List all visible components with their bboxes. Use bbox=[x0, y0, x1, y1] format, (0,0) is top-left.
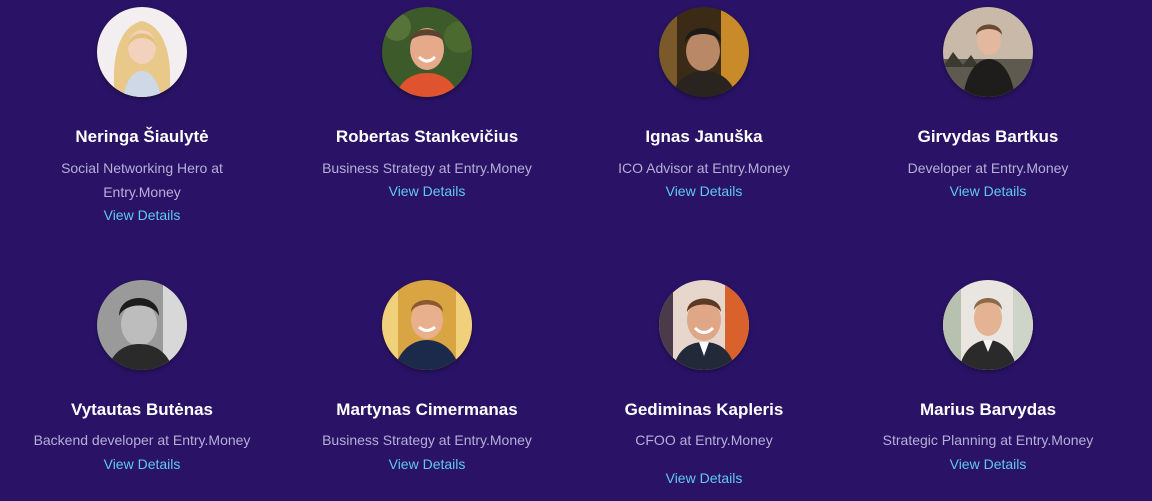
avatar[interactable] bbox=[659, 280, 749, 370]
member-role: Backend developer at Entry.Money bbox=[33, 432, 251, 448]
avatar[interactable] bbox=[97, 280, 187, 370]
man-smiling-avatar bbox=[382, 280, 472, 370]
member-name: Martynas Cimermanas bbox=[336, 400, 518, 419]
man-suit-avatar bbox=[659, 280, 749, 370]
team-member-card: Vytautas Butėnas Backend developer at En… bbox=[0, 0, 284, 501]
member-name: Gediminas Kapleris bbox=[624, 400, 784, 419]
avatar[interactable] bbox=[382, 280, 472, 370]
man-vest-avatar bbox=[943, 280, 1033, 370]
view-details-link[interactable]: View Details bbox=[285, 452, 569, 476]
team-member-card: Marius Barvydas Strategic Planning at En… bbox=[846, 0, 1130, 501]
team-member-card: Gediminas Kapleris CFOO at Entry.Money V… bbox=[562, 0, 846, 501]
member-role: Business Strategy at Entry.Money bbox=[322, 432, 532, 448]
avatar[interactable] bbox=[943, 280, 1033, 370]
member-role: CFOO at Entry.Money bbox=[635, 432, 773, 448]
man-bw-avatar bbox=[97, 280, 187, 370]
team-member-card: Martynas Cimermanas Business Strategy at… bbox=[285, 0, 569, 501]
member-name: Marius Barvydas bbox=[919, 400, 1057, 419]
member-name: Vytautas Butėnas bbox=[70, 400, 214, 419]
view-details-link[interactable]: View Details bbox=[562, 466, 846, 490]
member-role: Strategic Planning at Entry.Money bbox=[882, 432, 1094, 448]
view-details-link[interactable]: View Details bbox=[846, 452, 1130, 476]
view-details-link[interactable]: View Details bbox=[0, 452, 284, 476]
team-grid: Neringa Šiaulytė Social Networking Hero … bbox=[0, 0, 1152, 501]
